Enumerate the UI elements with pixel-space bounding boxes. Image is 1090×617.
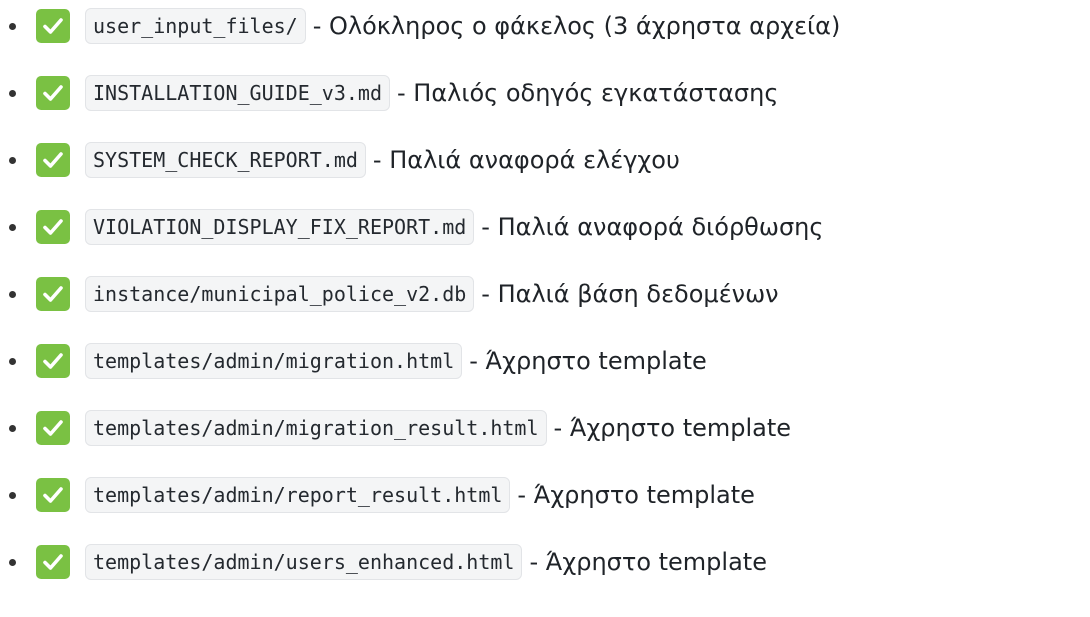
bullet-icon — [9, 22, 16, 30]
file-description: - Άχρηστο template — [517, 481, 755, 509]
file-path: templates/admin/report_result.html — [85, 477, 511, 513]
check-mark-icon — [36, 411, 70, 445]
file-description: - Παλιά αναφορά ελέγχου — [372, 146, 680, 174]
list-item: templates/admin/migration.html - Άχρηστο… — [0, 339, 707, 383]
file-path: INSTALLATION_GUIDE_v3.md — [85, 75, 390, 111]
list-item: user_input_files/ - Ολόκληρος ο φάκελος … — [0, 4, 840, 48]
bullet-icon — [9, 156, 16, 164]
list-item: templates/admin/report_result.html - Άχρ… — [0, 473, 755, 517]
check-mark-icon — [36, 143, 70, 177]
bullet-icon — [9, 223, 16, 231]
file-path: templates/admin/migration.html — [85, 343, 463, 379]
file-description: - Παλιός οδηγός εγκατάστασης — [396, 79, 779, 107]
check-mark-icon — [36, 76, 70, 110]
file-path: templates/admin/users_enhanced.html — [85, 544, 523, 580]
file-description: - Παλιά βάση δεδομένων — [481, 280, 779, 308]
check-mark-icon — [36, 545, 70, 579]
bullet-icon — [9, 424, 16, 432]
list-item: INSTALLATION_GUIDE_v3.md - Παλιός οδηγός… — [0, 71, 778, 115]
bullet-icon — [9, 558, 16, 566]
bullet-icon — [9, 491, 16, 499]
file-path: user_input_files/ — [85, 8, 306, 44]
check-mark-icon — [36, 478, 70, 512]
file-path: SYSTEM_CHECK_REPORT.md — [85, 142, 366, 178]
list-item: templates/admin/migration_result.html - … — [0, 406, 791, 450]
file-description: - Παλιά αναφορά διόρθωσης — [481, 213, 824, 241]
check-mark-icon — [36, 210, 70, 244]
list-item: instance/municipal_police_v2.db - Παλιά … — [0, 272, 779, 316]
list-item: SYSTEM_CHECK_REPORT.md - Παλιά αναφορά ε… — [0, 138, 680, 182]
bullet-icon — [9, 89, 16, 97]
check-mark-icon — [36, 344, 70, 378]
check-mark-icon — [36, 277, 70, 311]
file-description: - Ολόκληρος ο φάκελος (3 άχρηστα αρχεία) — [312, 12, 841, 40]
check-mark-icon — [36, 9, 70, 43]
file-path: instance/municipal_police_v2.db — [85, 276, 475, 312]
bullet-icon — [9, 357, 16, 365]
list-item: templates/admin/users_enhanced.html - Άχ… — [0, 540, 767, 584]
file-path: VIOLATION_DISPLAY_FIX_REPORT.md — [85, 209, 475, 245]
file-description: - Άχρηστο template — [553, 414, 792, 442]
list-item: VIOLATION_DISPLAY_FIX_REPORT.md - Παλιά … — [0, 205, 823, 249]
bullet-icon — [9, 290, 16, 298]
file-description: - Άχρηστο template — [469, 347, 707, 375]
file-path: templates/admin/migration_result.html — [85, 410, 547, 446]
file-description: - Άχρηστο template — [529, 548, 767, 576]
